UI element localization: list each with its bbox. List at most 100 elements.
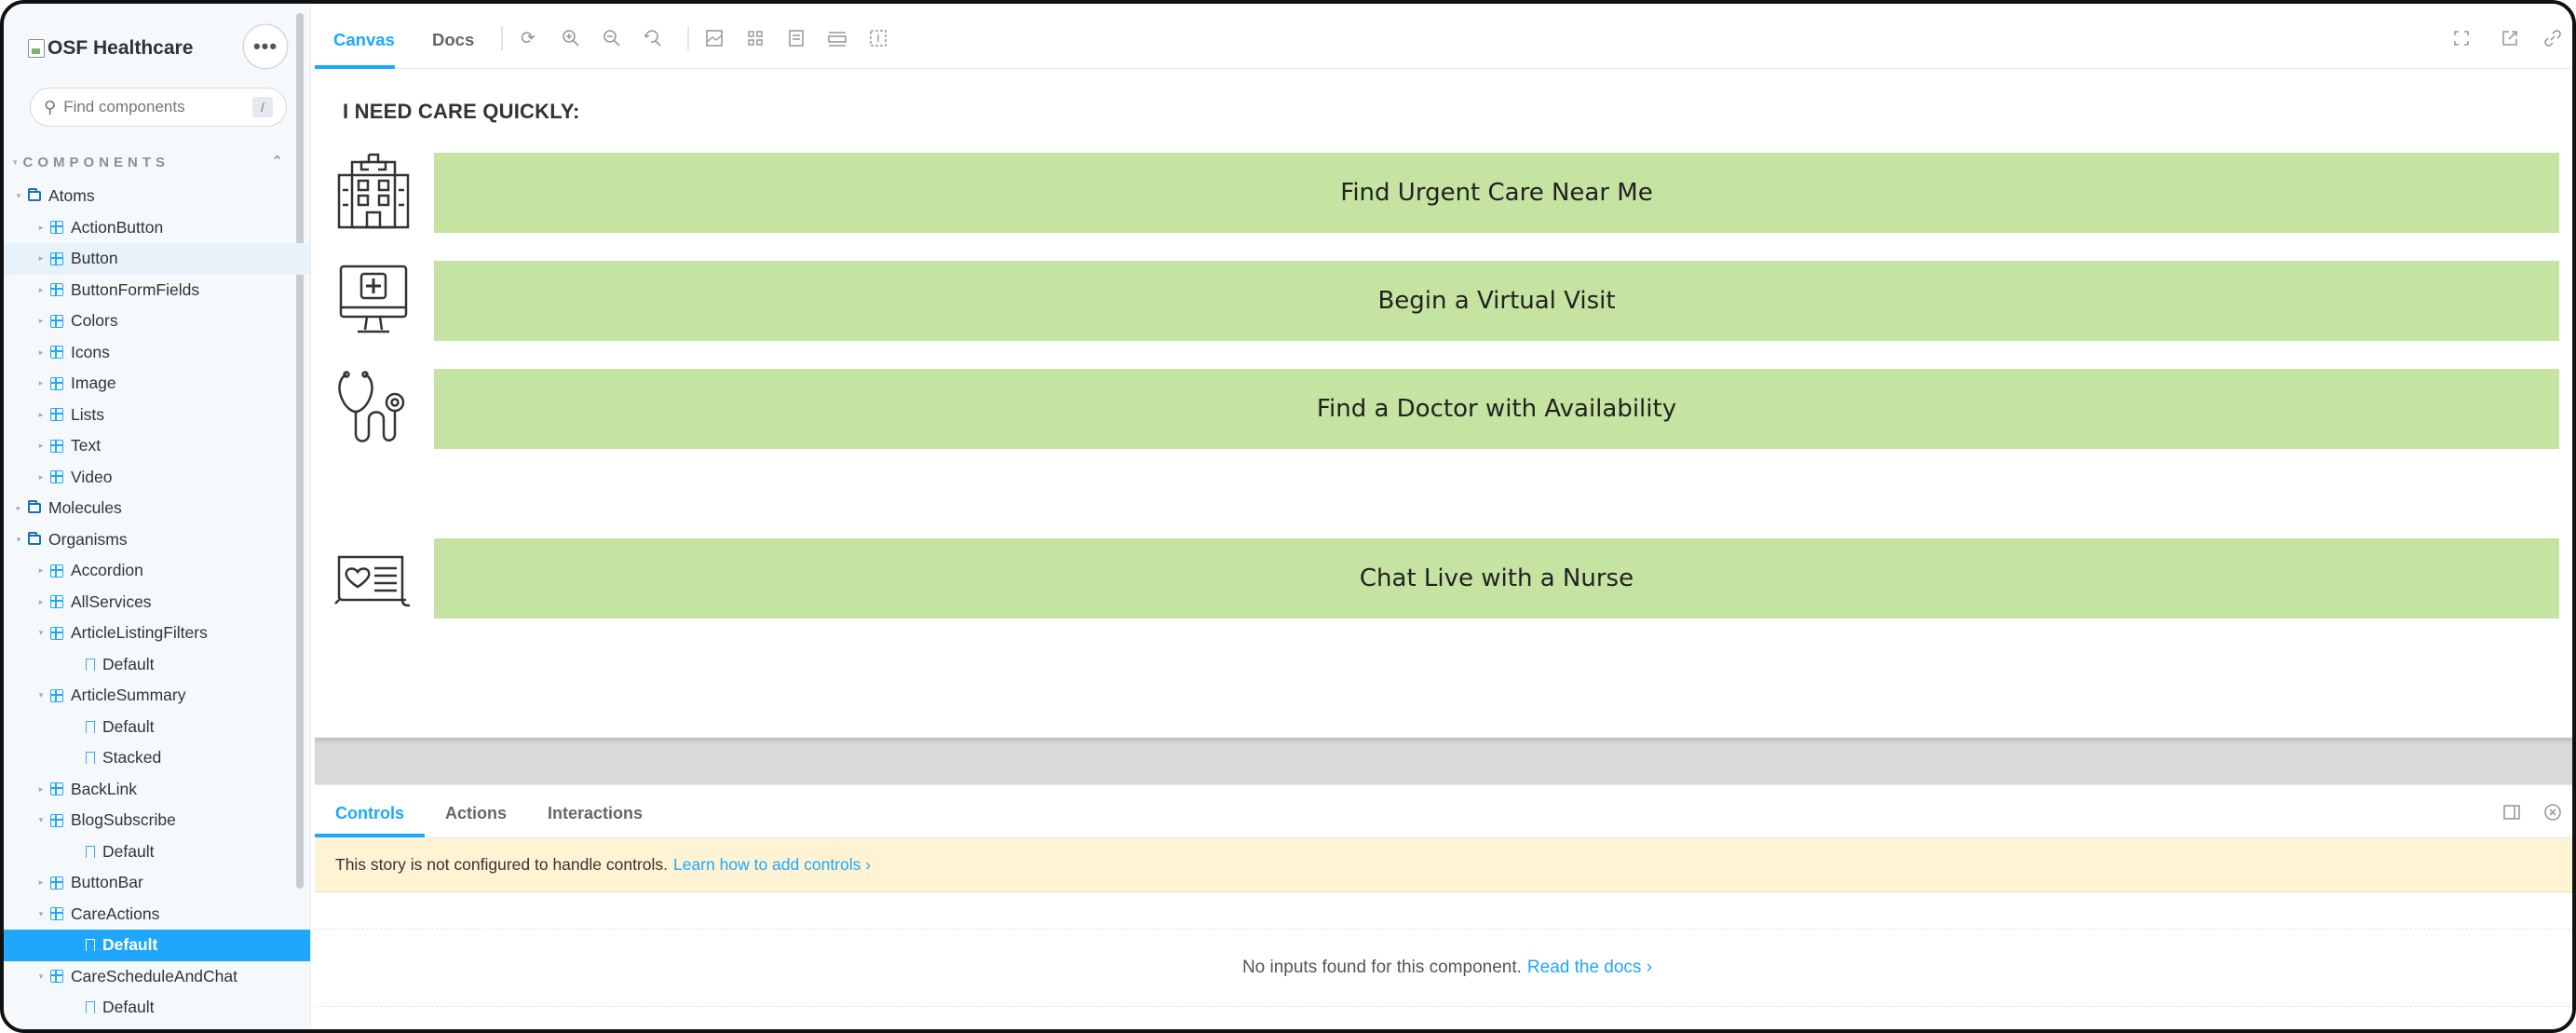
sidebar-item-default[interactable]: Default (4, 649, 310, 681)
sidebar-item-articlesummary[interactable]: ▾ ArticleSummary (4, 680, 310, 712)
chevron-down-icon[interactable]: ▾ (13, 191, 24, 201)
begin-virtual-visit-button[interactable]: Begin a Virtual Visit (434, 261, 2559, 341)
find-urgent-care-button[interactable]: Find Urgent Care Near Me (434, 153, 2559, 233)
zoom-reset-icon[interactable] (643, 28, 663, 48)
sidebar-item-label: ArticleListingFilters (71, 623, 208, 643)
sidebar-item-label: Icons (71, 342, 110, 361)
outline-icon[interactable] (868, 28, 888, 48)
bookmark-icon (86, 845, 95, 858)
zoom-out-icon[interactable] (602, 28, 622, 48)
chevron-right-icon[interactable]: ▸ (35, 597, 47, 607)
sidebar-item-atoms[interactable]: ▾ Atoms (4, 181, 310, 212)
expand-collapse-all-icon[interactable]: ⌃ (271, 153, 283, 170)
tab-canvas[interactable]: Canvas (333, 30, 395, 50)
tab-interactions[interactable]: Interactions (548, 804, 643, 823)
component-icon (50, 782, 63, 796)
background-icon[interactable] (704, 28, 725, 48)
chevron-right-icon[interactable]: ▸ (35, 316, 47, 326)
sidebar-item-backlink[interactable]: ▸ BackLink (4, 774, 310, 806)
sidebar-item-video[interactable]: ▸ Video (4, 462, 310, 494)
sidebar-item-buttonformfields[interactable]: ▸ ButtonFormFields (4, 275, 310, 306)
search-shortcut-key: / (252, 97, 273, 117)
grid-icon[interactable] (745, 28, 766, 48)
sidebar-item-default[interactable]: Default (4, 930, 310, 961)
fullscreen-icon[interactable] (2451, 28, 2472, 48)
sidebar-item-default[interactable]: Default (4, 836, 310, 868)
chevron-down-icon[interactable]: ▾ (35, 690, 47, 700)
sidebar-item-careactions[interactable]: ▾ CareActions (4, 899, 310, 931)
sidebar-item-button[interactable]: ▸ Button (4, 243, 310, 275)
chevron-right-icon[interactable]: ▸ (35, 347, 47, 358)
chat-with-nurse-button[interactable]: Chat Live with a Nurse (434, 538, 2559, 618)
chevron-down-icon[interactable]: ▾ (13, 535, 24, 545)
component-icon (50, 346, 63, 360)
sidebar-item-label: ButtonFormFields (71, 279, 200, 299)
search-box[interactable]: ⚲ / (30, 88, 287, 127)
chevron-right-icon[interactable]: ▸ (13, 503, 24, 513)
component-icon (50, 439, 63, 453)
sidebar-item-carescheduleandchat[interactable]: ▾ CareScheduleAndChat (4, 961, 310, 993)
sidebar-item-label: ContactCard (71, 1029, 162, 1030)
sidebar-item-organisms[interactable]: ▾ Organisms (4, 524, 310, 556)
sidebar-item-label: BackLink (71, 779, 138, 798)
chevron-right-icon[interactable]: ▸ (35, 285, 47, 295)
collapse-icon: ▾ (13, 156, 18, 167)
sidebar-item-label: Default (102, 716, 155, 736)
copy-link-icon[interactable] (2542, 28, 2563, 48)
search-input[interactable] (63, 98, 232, 116)
sidebar-item-colors[interactable]: ▸ Colors (4, 306, 310, 337)
tab-controls[interactable]: Controls (335, 804, 404, 823)
tab-docs[interactable]: Docs (432, 30, 474, 50)
sidebar-item-articlelistingfilters[interactable]: ▾ ArticleListingFilters (4, 618, 310, 649)
component-icon (50, 314, 63, 328)
sidebar-item-default[interactable]: Default (4, 712, 310, 743)
sidebar-item-lists[interactable]: ▸ Lists (4, 400, 310, 431)
chevron-right-icon[interactable]: ▸ (35, 253, 47, 264)
sidebar-item-label: Video (71, 467, 113, 486)
chevron-right-icon[interactable]: ▸ (35, 472, 47, 483)
components-section-header[interactable]: ▾ COMPONENTS ⌃ (13, 151, 283, 173)
chevron-right-icon[interactable]: ▸ (35, 410, 47, 420)
brand-logo-alt: OSF Healthcare (47, 37, 194, 59)
sidebar-item-allservices[interactable]: ▸ AllServices (4, 587, 310, 618)
panel-position-icon[interactable] (2501, 802, 2522, 822)
learn-controls-link[interactable]: Learn how to add controls › (673, 855, 871, 875)
close-panel-icon[interactable] (2542, 802, 2563, 822)
tab-actions[interactable]: Actions (445, 804, 507, 823)
component-icon (50, 813, 63, 827)
sidebar-item-contactcard[interactable]: ▾ContactCard (4, 1024, 310, 1030)
viewport-icon[interactable] (786, 28, 807, 48)
toolbar: Canvas Docs ⟳ (315, 4, 2572, 69)
sidebar-item-default[interactable]: Default (4, 992, 310, 1024)
find-doctor-button[interactable]: Find a Doctor with Availability (434, 369, 2559, 449)
read-docs-link[interactable]: Read the docs › (1527, 958, 1652, 978)
chevron-right-icon[interactable]: ▸ (35, 441, 47, 451)
sidebar-item-molecules[interactable]: ▸ Molecules (4, 493, 310, 524)
sidebar-item-icons[interactable]: ▸ Icons (4, 337, 310, 369)
sidebar-item-label: ArticleSummary (71, 686, 186, 705)
sidebar-item-image[interactable]: ▸ Image (4, 368, 310, 400)
empty-text: No inputs found for this component. (1241, 958, 1522, 977)
chevron-right-icon[interactable]: ▸ (35, 565, 47, 576)
sidebar-item-text[interactable]: ▸ Text (4, 430, 310, 462)
sidebar-item-accordion[interactable]: ▸ Accordion (4, 555, 310, 587)
chevron-down-icon[interactable]: ▾ (35, 909, 47, 919)
chevron-right-icon[interactable]: ▸ (35, 378, 47, 388)
chevron-right-icon[interactable]: ▸ (35, 223, 47, 233)
open-new-tab-icon[interactable] (2500, 28, 2520, 48)
sidebar-item-buttonbar[interactable]: ▸ ButtonBar (4, 867, 310, 899)
chevron-down-icon[interactable]: ▾ (35, 972, 47, 982)
chevron-right-icon[interactable]: ▸ (35, 877, 47, 888)
zoom-in-icon[interactable] (561, 28, 581, 48)
chevron-right-icon[interactable]: ▸ (35, 784, 47, 795)
brand-logo[interactable]: OSF Healthcare (28, 37, 193, 60)
bookmark-icon (86, 752, 95, 765)
sidebar-item-actionbutton[interactable]: ▸ ActionButton (4, 212, 310, 244)
reload-icon[interactable]: ⟳ (518, 28, 538, 48)
chevron-down-icon[interactable]: ▾ (35, 628, 47, 638)
sidebar-item-stacked[interactable]: Stacked (4, 742, 310, 774)
measure-icon[interactable] (827, 28, 847, 48)
chevron-down-icon[interactable]: ▾ (35, 815, 47, 825)
more-options-button[interactable]: ••• (244, 25, 287, 68)
sidebar-item-blogsubscribe[interactable]: ▾ BlogSubscribe (4, 805, 310, 836)
